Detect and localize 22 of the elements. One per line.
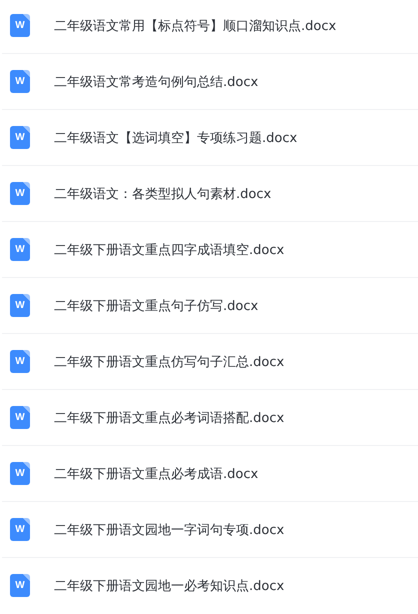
word-file-icon: W xyxy=(10,574,30,597)
word-file-icon: W xyxy=(10,518,30,541)
word-file-icon: W xyxy=(10,462,30,485)
file-name[interactable]: 二年级下册语文重点必考词语搭配.docx xyxy=(54,408,284,426)
file-name[interactable]: 二年级语文【选词填空】专项练习题.docx xyxy=(54,128,298,146)
word-file-icon: W xyxy=(10,238,30,261)
file-name[interactable]: 二年级下册语文重点仿写句子汇总.docx xyxy=(54,352,284,370)
word-file-icon: W xyxy=(10,182,30,205)
file-name[interactable]: 二年级下册语文重点句子仿写.docx xyxy=(54,296,258,314)
word-file-icon: W xyxy=(10,406,30,429)
word-file-icon: W xyxy=(10,126,30,149)
file-name[interactable]: 二年级下册语文园地一字词句专项.docx xyxy=(54,520,284,538)
word-file-icon: W xyxy=(10,14,30,37)
file-name[interactable]: 二年级下册语文重点必考成语.docx xyxy=(54,464,258,482)
file-name[interactable]: 二年级下册语文重点四字成语填空.docx xyxy=(54,240,284,258)
word-file-icon: W xyxy=(10,294,30,317)
file-name[interactable]: 二年级下册语文园地一必考知识点.docx xyxy=(54,576,284,594)
word-file-icon: W xyxy=(10,70,30,93)
file-name[interactable]: 二年级语文常用【标点符号】顺口溜知识点.docx xyxy=(54,16,336,34)
file-name[interactable]: 二年级语文常考造句例句总结.docx xyxy=(54,72,258,90)
word-file-icon: W xyxy=(10,350,30,373)
file-name[interactable]: 二年级语文：各类型拟人句素材.docx xyxy=(54,184,272,202)
